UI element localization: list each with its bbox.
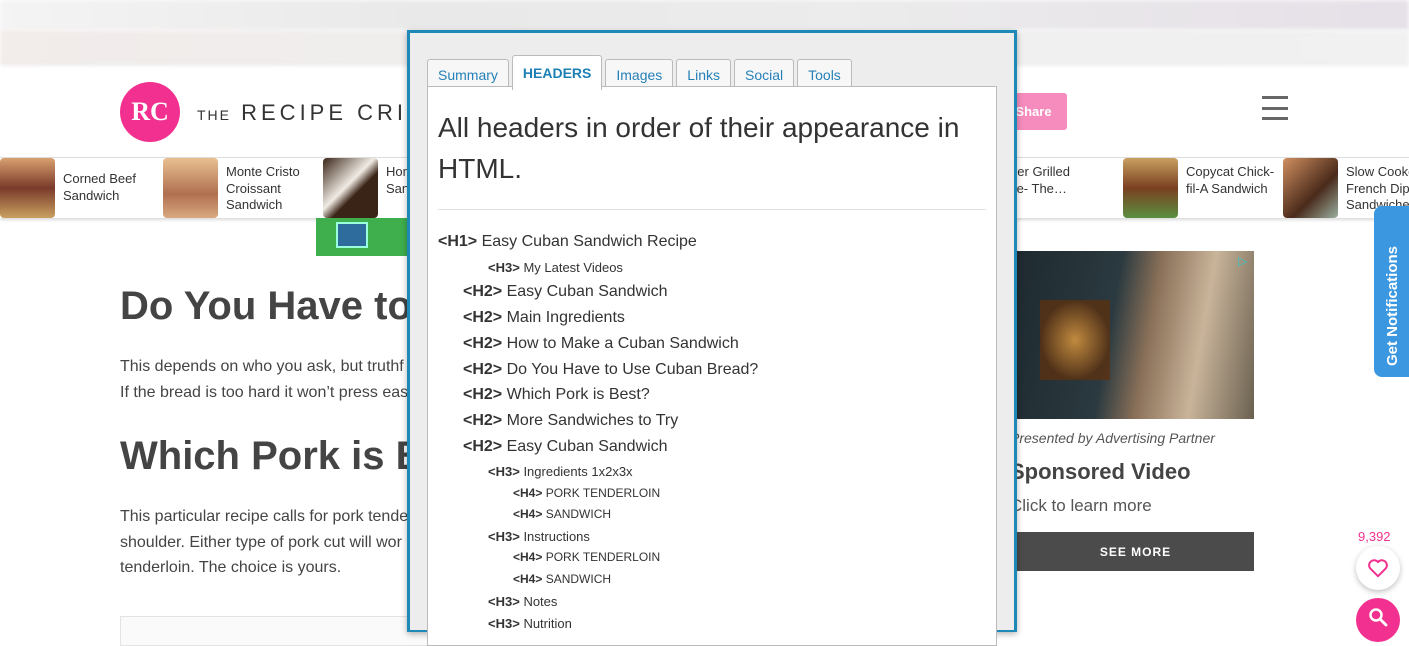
header-item-h2: <H2> Main Ingredients [463, 309, 625, 327]
header-item-h1: <H1> Easy Cuban Sandwich Recipe [438, 233, 697, 251]
header-text: How to Make a Cuban Sandwich [506, 335, 739, 352]
notifications-label: Get Notifications [1384, 245, 1401, 366]
header-tag: <H3> [488, 616, 520, 631]
ad-learn-more[interactable]: Click to learn more [1010, 496, 1152, 516]
header-tag: <H4> [513, 507, 543, 521]
header-text: SANDWICH [545, 572, 612, 586]
header-tag: <H3> [488, 594, 520, 609]
get-notifications-button[interactable]: Get Notifications [1374, 206, 1409, 377]
recipe-thumbnail [1283, 158, 1338, 218]
article-text: If the bread is too hard it won’t press … [120, 384, 409, 401]
hamburger-menu-icon[interactable] [1262, 96, 1288, 120]
recipe-thumbnail [323, 158, 378, 218]
recipe-thumbnail [0, 158, 55, 218]
article-text: This depends on who you ask, but truthf [120, 358, 404, 375]
recipe-thumbnail [163, 158, 218, 218]
browser-toolbar [0, 0, 1409, 30]
header-item-h2: <H2> Do You Have to Use Cuban Bread? [463, 361, 758, 379]
related-recipe-item[interactable]: Corned Beef Sandwich [0, 158, 155, 218]
header-item-h3: <H3> Notes [488, 594, 557, 609]
panel-tabs: Summary HEADERS Images Links Social Tools [427, 55, 852, 90]
recipe-thumbnail [1123, 158, 1178, 218]
headers-tab-content: All headers in order of their appearance… [427, 86, 997, 646]
header-text: Easy Cuban Sandwich [506, 438, 668, 455]
header-tag: <H2> [463, 309, 503, 326]
tab-tools[interactable]: Tools [797, 59, 852, 89]
header-text: Ingredients 1x2x3x [523, 464, 633, 479]
tab-summary[interactable]: Summary [427, 59, 509, 89]
header-tag: <H4> [513, 550, 543, 564]
see-more-button[interactable]: SEE MORE [1017, 532, 1254, 571]
article-text: This particular recipe calls for pork te… [120, 508, 409, 525]
adchoices-icon[interactable]: ▷ [1238, 254, 1247, 268]
header-text: PORK TENDERLOIN [545, 486, 661, 500]
tab-headers[interactable]: HEADERS [511, 55, 603, 90]
recipe-title: Monte Cristo Croissant Sandwich [226, 164, 300, 212]
related-recipe-item[interactable]: Monte Cristo Croissant Sandwich [163, 158, 318, 218]
header-tag: <H3> [488, 260, 520, 275]
header-text: SANDWICH [545, 507, 612, 521]
header-text: My Latest Videos [523, 260, 623, 275]
header-tag: <H2> [463, 386, 503, 403]
header-item-h3: <H3> Ingredients 1x2x3x [488, 464, 633, 479]
seo-extension-panel: Summary HEADERS Images Links Social Tools All… [407, 30, 1017, 646]
header-text: Do You Have to Use Cuban Bread? [506, 361, 759, 378]
recipe-title: Corned Beef Sandwich [63, 171, 136, 203]
site-logo[interactable]: RC [120, 82, 180, 142]
related-recipe-item[interactable]: Copycat Chick-fil-A Sandwich [1123, 158, 1278, 218]
header-item-h2: <H2> More Sandwiches to Try [463, 412, 678, 430]
header-item-h2: <H2> Easy Cuban Sandwich [463, 438, 668, 456]
article-text: tenderloin. The choice is yours. [120, 559, 342, 576]
header-item-h4: <H4> PORK TENDERLOIN [513, 550, 660, 564]
header-text: More Sandwiches to Try [506, 412, 679, 429]
header-item-h2: <H2> How to Make a Cuban Sandwich [463, 335, 739, 353]
header-text: Which Pork is Best? [506, 386, 650, 403]
header-tag: <H2> [463, 335, 503, 352]
tab-social[interactable]: Social [733, 59, 795, 89]
header-text: Main Ingredients [506, 309, 625, 326]
header-tag: <H4> [513, 572, 543, 586]
header-text: PORK TENDERLOIN [545, 550, 661, 564]
ad-title: Sponsored Video [1010, 459, 1191, 484]
header-item-h3: <H3> My Latest Videos [488, 260, 623, 275]
header-item-h3: <H3> Instructions [488, 529, 590, 544]
favorites-count: 9,392 [1358, 529, 1391, 544]
header-tag: <H3> [488, 529, 520, 544]
header-tag: <H1> [438, 233, 478, 250]
header-text: Instructions [523, 529, 590, 544]
divider [438, 209, 986, 210]
header-tag: <H2> [463, 283, 503, 300]
header-item-h2: <H2> Easy Cuban Sandwich [463, 283, 668, 301]
tab-links[interactable]: Links [676, 59, 731, 89]
heart-icon[interactable] [1356, 546, 1400, 590]
header-tag: <H3> [488, 464, 520, 479]
header-tag: <H2> [463, 361, 503, 378]
header-tag: <H2> [463, 438, 503, 455]
header-item-h4: <H4> PORK TENDERLOIN [513, 486, 660, 500]
header-tag: <H4> [513, 486, 543, 500]
search-icon[interactable] [1356, 598, 1400, 642]
header-text: Easy Cuban Sandwich Recipe [481, 233, 697, 250]
panel-title: All headers in order of their appearance… [438, 112, 960, 184]
video-frame [1040, 300, 1110, 380]
header-item-h2: <H2> Which Pork is Best? [463, 386, 650, 404]
tab-images[interactable]: Images [605, 59, 674, 89]
ad-partner-label: Presented by Advertising Partner [1010, 430, 1215, 446]
header-item-h4: <H4> SANDWICH [513, 507, 611, 521]
game-ad-banner[interactable] [316, 218, 410, 256]
brand-the: THE [197, 107, 231, 123]
header-text: Notes [523, 594, 558, 609]
header-item-h4: <H4> SANDWICH [513, 572, 611, 586]
header-text: Nutrition [523, 616, 572, 631]
article-text: shoulder. Either type of pork cut will w… [120, 534, 402, 551]
header-tag: <H2> [463, 412, 503, 429]
header-item-h3: <H3> Nutrition [488, 616, 572, 631]
header-text: Easy Cuban Sandwich [506, 283, 668, 300]
recipe-title: Copycat Chick-fil-A Sandwich [1186, 164, 1275, 196]
